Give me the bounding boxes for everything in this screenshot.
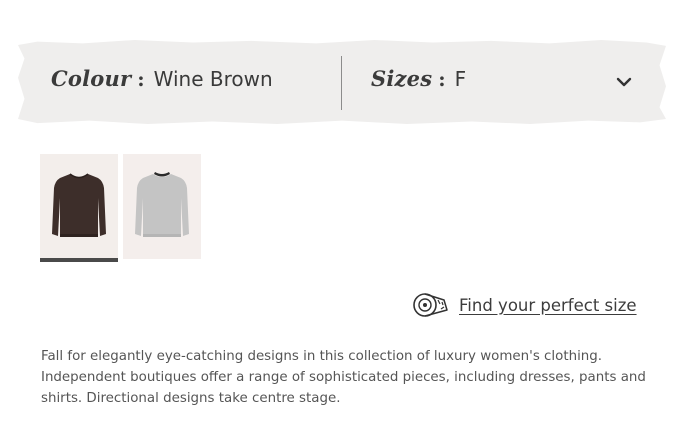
size-value: F	[454, 67, 467, 91]
selected-swatch-indicator	[40, 258, 118, 262]
chevron-down-icon[interactable]	[615, 75, 633, 89]
sizes-colon: :	[438, 67, 446, 91]
colour-selector: Colour : Wine Brown	[51, 66, 273, 91]
selector-divider	[341, 56, 342, 110]
sizes-label: Sizes	[371, 66, 433, 91]
product-description: Fall for elegantly eye-catching designs …	[41, 349, 646, 406]
size-selector[interactable]: Sizes : F	[371, 66, 466, 91]
swatch-grey[interactable]	[123, 154, 201, 259]
swatch-wine-brown[interactable]	[40, 154, 118, 259]
colour-colon: :	[137, 67, 145, 91]
find-your-size-link[interactable]: Find your perfect size	[459, 296, 637, 315]
size-guide[interactable]: Find your perfect size	[411, 290, 637, 320]
colour-label: Colour	[51, 66, 132, 91]
colour-value: Wine Brown	[153, 67, 273, 91]
sweater-image-wine-brown	[52, 173, 106, 237]
measuring-tape-icon	[413, 293, 448, 317]
sweater-image-grey	[135, 172, 189, 237]
